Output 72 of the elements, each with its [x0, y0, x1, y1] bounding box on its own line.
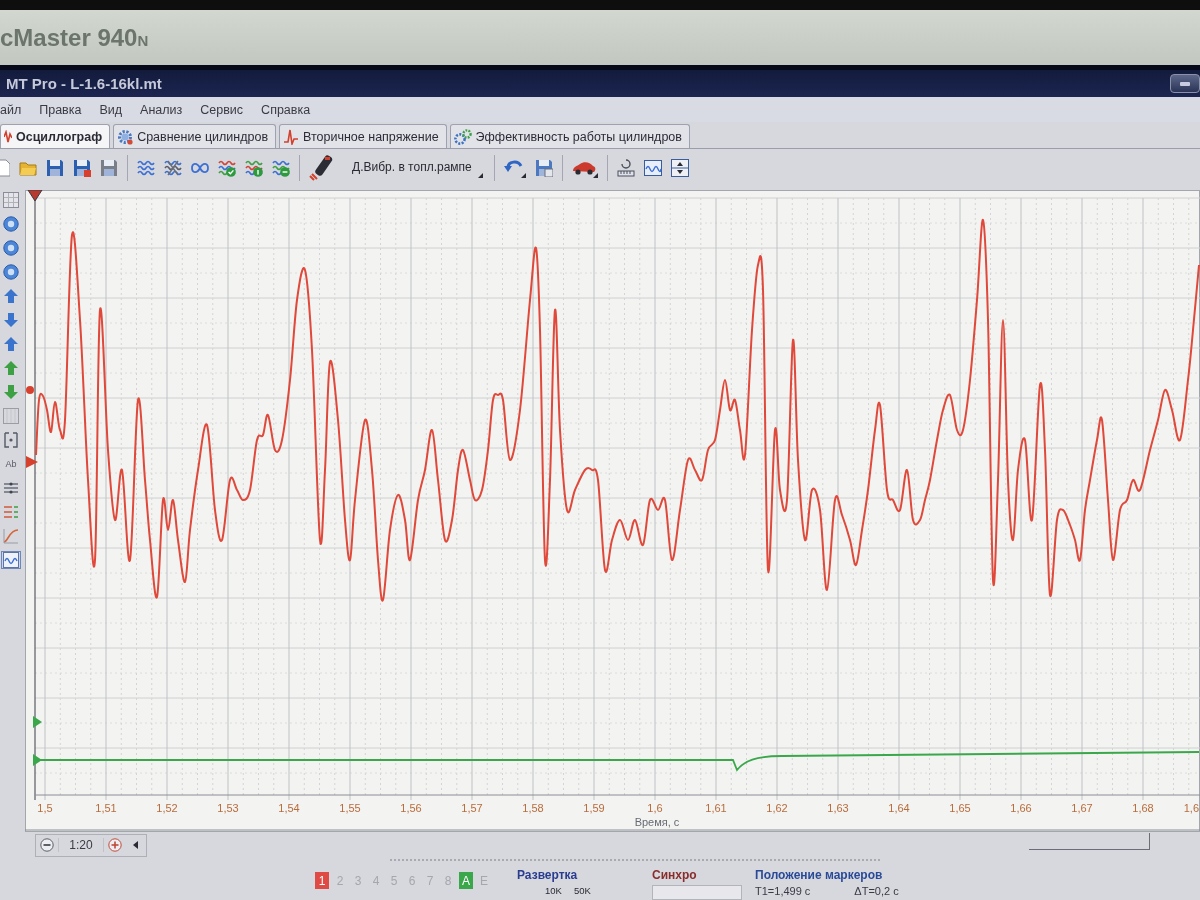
floppy-icon[interactable] [73, 159, 91, 177]
markers-title: Положение маркеров [755, 868, 884, 882]
trigger-marker-icon[interactable] [27, 190, 43, 202]
axis-tick-label: 1,52 [156, 802, 178, 814]
menu-item[interactable]: Вид [99, 102, 123, 117]
dash-icon[interactable] [1180, 81, 1190, 86]
axis-tick-label: 1,68 [1132, 802, 1154, 814]
menu-item[interactable]: айл [0, 102, 22, 117]
axis-tick-label: 1,56 [400, 802, 422, 814]
caret-left-icon[interactable] [132, 841, 138, 849]
channel-marker-icon[interactable] [33, 754, 42, 766]
undo-icon[interactable] [503, 158, 526, 178]
axis-tick-label: 1,51 [95, 802, 117, 814]
wave-cross-icon[interactable] [164, 159, 182, 177]
floppy-icon[interactable] [46, 159, 64, 177]
axis-tick-label: 1,62 [766, 802, 788, 814]
tab[interactable]: Осциллограф [0, 124, 111, 148]
zoom-scale: 1:20 [58, 838, 104, 852]
menu-item[interactable]: Сервис [200, 102, 244, 117]
page-icon[interactable] [0, 159, 10, 177]
axis-tick-label: 1,67 [1071, 802, 1093, 814]
axis-tick-label: 1,63 [827, 802, 849, 814]
axis-tick-label: 1,61 [705, 802, 727, 814]
wave-check-icon[interactable] [218, 159, 236, 177]
caret-icon [477, 173, 483, 178]
wave-lines-icon[interactable] [137, 159, 155, 177]
axis-tick-label: 1,64 [888, 802, 910, 814]
axis-tick-label: 1,66 [1010, 802, 1032, 814]
tab[interactable]: Эффективность работы цилиндров [449, 124, 690, 148]
sensor-dropdown[interactable]: Д.Вибр. в топл.рампе [344, 155, 485, 181]
axis-tick-label: 1,65 [949, 802, 971, 814]
sweep-option-label: 10K [545, 885, 562, 896]
axis-tick-label: 1,57 [461, 802, 483, 814]
axis-tick-label: 1,53 [217, 802, 239, 814]
menu-item[interactable]: Анализ [140, 102, 183, 117]
spike-icon[interactable] [283, 128, 300, 145]
tab[interactable]: Сравнение цилиндров [113, 124, 277, 148]
axis-tick-label: 1,55 [339, 802, 361, 814]
channel-marker-icon[interactable] [33, 716, 42, 728]
marker-delta-value: ΔT=0,2 c [854, 885, 899, 897]
gear-icon[interactable] [117, 128, 134, 145]
sensor-icon[interactable] [309, 155, 335, 181]
gears-icon[interactable] [453, 128, 472, 145]
axis-tick-label: 1,6 [647, 802, 663, 814]
channel-toggle[interactable]: 1 [315, 872, 329, 889]
side-tool-button[interactable]: Ab [1, 455, 21, 473]
marker-t1-value: T1=1,499 c [755, 885, 811, 897]
split-view-icon[interactable] [670, 159, 689, 177]
window-button[interactable] [1170, 74, 1200, 93]
sweep-title: Развертка [517, 868, 579, 882]
axis-tick-label: 1,59 [583, 802, 605, 814]
floppy-icon[interactable] [100, 159, 118, 177]
channel-marker-icon[interactable] [26, 456, 38, 468]
wave-window-icon[interactable] [643, 159, 662, 177]
level-marker-icon[interactable] [26, 386, 34, 394]
waveform-icon[interactable] [4, 129, 12, 144]
ruler-icon[interactable] [616, 159, 635, 177]
sync-title: Синхро [652, 868, 698, 882]
sweep-option-label: 50K [573, 885, 591, 896]
wave-badge-icon[interactable] [245, 159, 263, 177]
menu-item[interactable]: Правка [39, 102, 82, 117]
folder-icon[interactable] [19, 159, 37, 177]
floppy-lock-icon[interactable] [534, 159, 553, 177]
window-title: MT Pro - L-1.6-16kl.mt [6, 75, 162, 92]
wave-badge-icon[interactable] [272, 159, 290, 177]
axis-tick-label: 1,58 [522, 802, 544, 814]
tab[interactable]: Вторичное напряжение [279, 124, 447, 148]
axis-title: Время, с [634, 816, 680, 828]
axis-tick-label: 1,54 [278, 802, 300, 814]
menu-item[interactable]: Справка [261, 102, 311, 117]
axis-tick-label: 1,5 [37, 802, 53, 814]
axis-tick-label: 1,6 [1183, 802, 1199, 814]
